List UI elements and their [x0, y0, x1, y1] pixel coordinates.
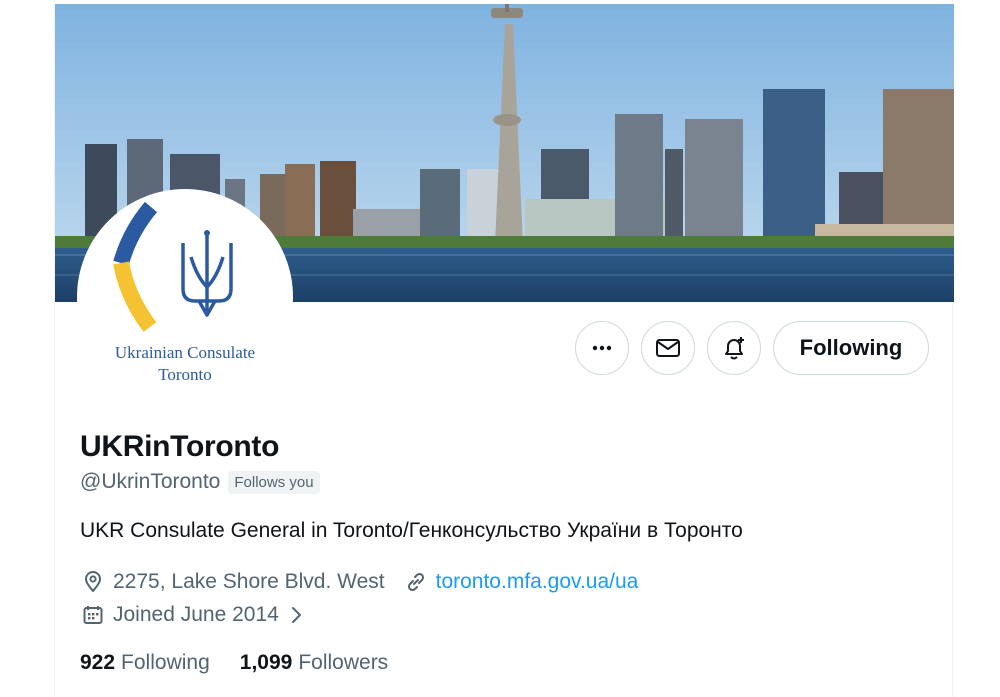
profile-joined-row: Joined June 2014	[80, 602, 309, 628]
profile-location: 2275, Lake Shore Blvd. West	[113, 570, 385, 593]
profile-stats: 922 Following 1,099 Followers	[80, 651, 388, 675]
avatar-text-line1: Ukrainian Consulate	[114, 343, 256, 362]
display-name: UKRinToronto	[80, 430, 280, 463]
bell-plus-icon	[725, 337, 744, 360]
more-options-button[interactable]	[575, 321, 629, 375]
handle-row: @UkrinToronto Follows you	[80, 470, 320, 494]
following-label: Following	[121, 651, 210, 674]
link-icon	[403, 569, 429, 595]
envelope-icon	[656, 339, 680, 357]
profile-card: Ukrainian Consulate Toronto Following UK…	[54, 0, 954, 697]
follows-you-badge: Follows you	[228, 470, 320, 494]
followers-label: Followers	[298, 651, 389, 674]
chevron-right-icon[interactable]	[283, 602, 309, 628]
following-button[interactable]: Following	[773, 321, 929, 375]
profile-meta-row: 2275, Lake Shore Blvd. West toronto.mfa.…	[80, 569, 638, 595]
followers-count: 1,099	[239, 651, 293, 674]
user-handle: @UkrinToronto	[80, 470, 221, 493]
profile-bio: UKR Consulate General in Toronto/Генконс…	[80, 519, 743, 542]
notifications-button[interactable]	[707, 321, 761, 375]
following-count: 922	[80, 651, 116, 674]
calendar-icon	[80, 602, 106, 628]
profile-website-link[interactable]: toronto.mfa.gov.ua/ua	[436, 570, 639, 594]
location-pin-icon	[80, 569, 106, 595]
avatar-text-line2: Toronto	[158, 365, 212, 384]
ellipsis-icon	[592, 345, 612, 351]
following-stat-link[interactable]: 922 Following	[80, 651, 210, 675]
profile-joined-date: Joined June 2014	[113, 603, 279, 626]
profile-avatar[interactable]: Ukrainian Consulate Toronto	[77, 189, 293, 405]
message-button[interactable]	[641, 321, 695, 375]
followers-stat-link[interactable]: 1,099 Followers	[240, 651, 388, 675]
